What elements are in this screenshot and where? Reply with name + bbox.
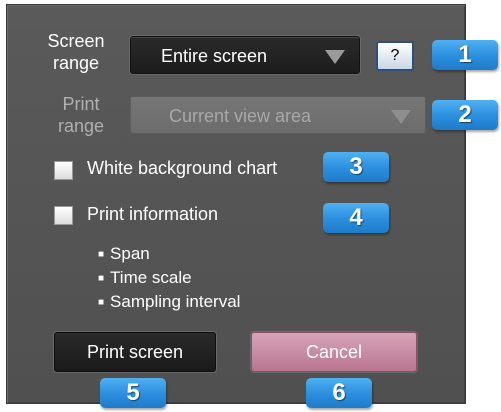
- print-range-value: Current view area: [169, 106, 312, 126]
- screen-range-label-line1: Screen: [47, 31, 105, 51]
- callout-badge-2: 2: [432, 100, 498, 130]
- print-range-label-line2: range: [57, 116, 105, 136]
- screen-range-value: Entire screen: [161, 46, 268, 66]
- cancel-button[interactable]: Cancel: [251, 332, 417, 372]
- white-background-label: White background chart: [87, 158, 278, 178]
- screen-range-select[interactable]: Entire screen: [130, 36, 360, 74]
- callout-badge-3: 3: [323, 152, 389, 182]
- callout-badge-4: 4: [323, 203, 389, 233]
- callout-badge-6: 6: [306, 378, 372, 408]
- chevron-down-icon: [391, 110, 411, 124]
- info-item-span-text: Span: [110, 244, 150, 263]
- info-item-time-scale: ■ Time scale: [98, 268, 192, 288]
- print-range-label-line1: Print: [62, 94, 100, 114]
- callout-badge-1: 1: [432, 40, 498, 70]
- callout-badge-5: 5: [100, 378, 166, 408]
- print-information-checkbox[interactable]: [54, 206, 73, 225]
- chevron-down-icon: [325, 50, 345, 64]
- info-item-time-scale-text: Time scale: [110, 268, 192, 287]
- bullet-icon: ■: [98, 297, 105, 309]
- white-background-checkbox[interactable]: [54, 161, 73, 180]
- bullet-icon: ■: [98, 273, 105, 285]
- help-button[interactable]: ?: [376, 41, 414, 71]
- info-item-sampling-interval: ■ Sampling interval: [98, 292, 240, 312]
- print-range-select[interactable]: Current view area: [130, 96, 426, 134]
- screen-range-label: Screen range: [36, 30, 116, 74]
- print-information-label: Print information: [87, 204, 219, 224]
- info-item-sampling-interval-text: Sampling interval: [110, 292, 241, 311]
- screen-range-label-line2: range: [52, 53, 100, 73]
- print-screen-button[interactable]: Print screen: [54, 332, 216, 372]
- info-item-span: ■ Span: [98, 244, 150, 264]
- bullet-icon: ■: [98, 249, 105, 261]
- print-range-label: Print range: [44, 93, 118, 137]
